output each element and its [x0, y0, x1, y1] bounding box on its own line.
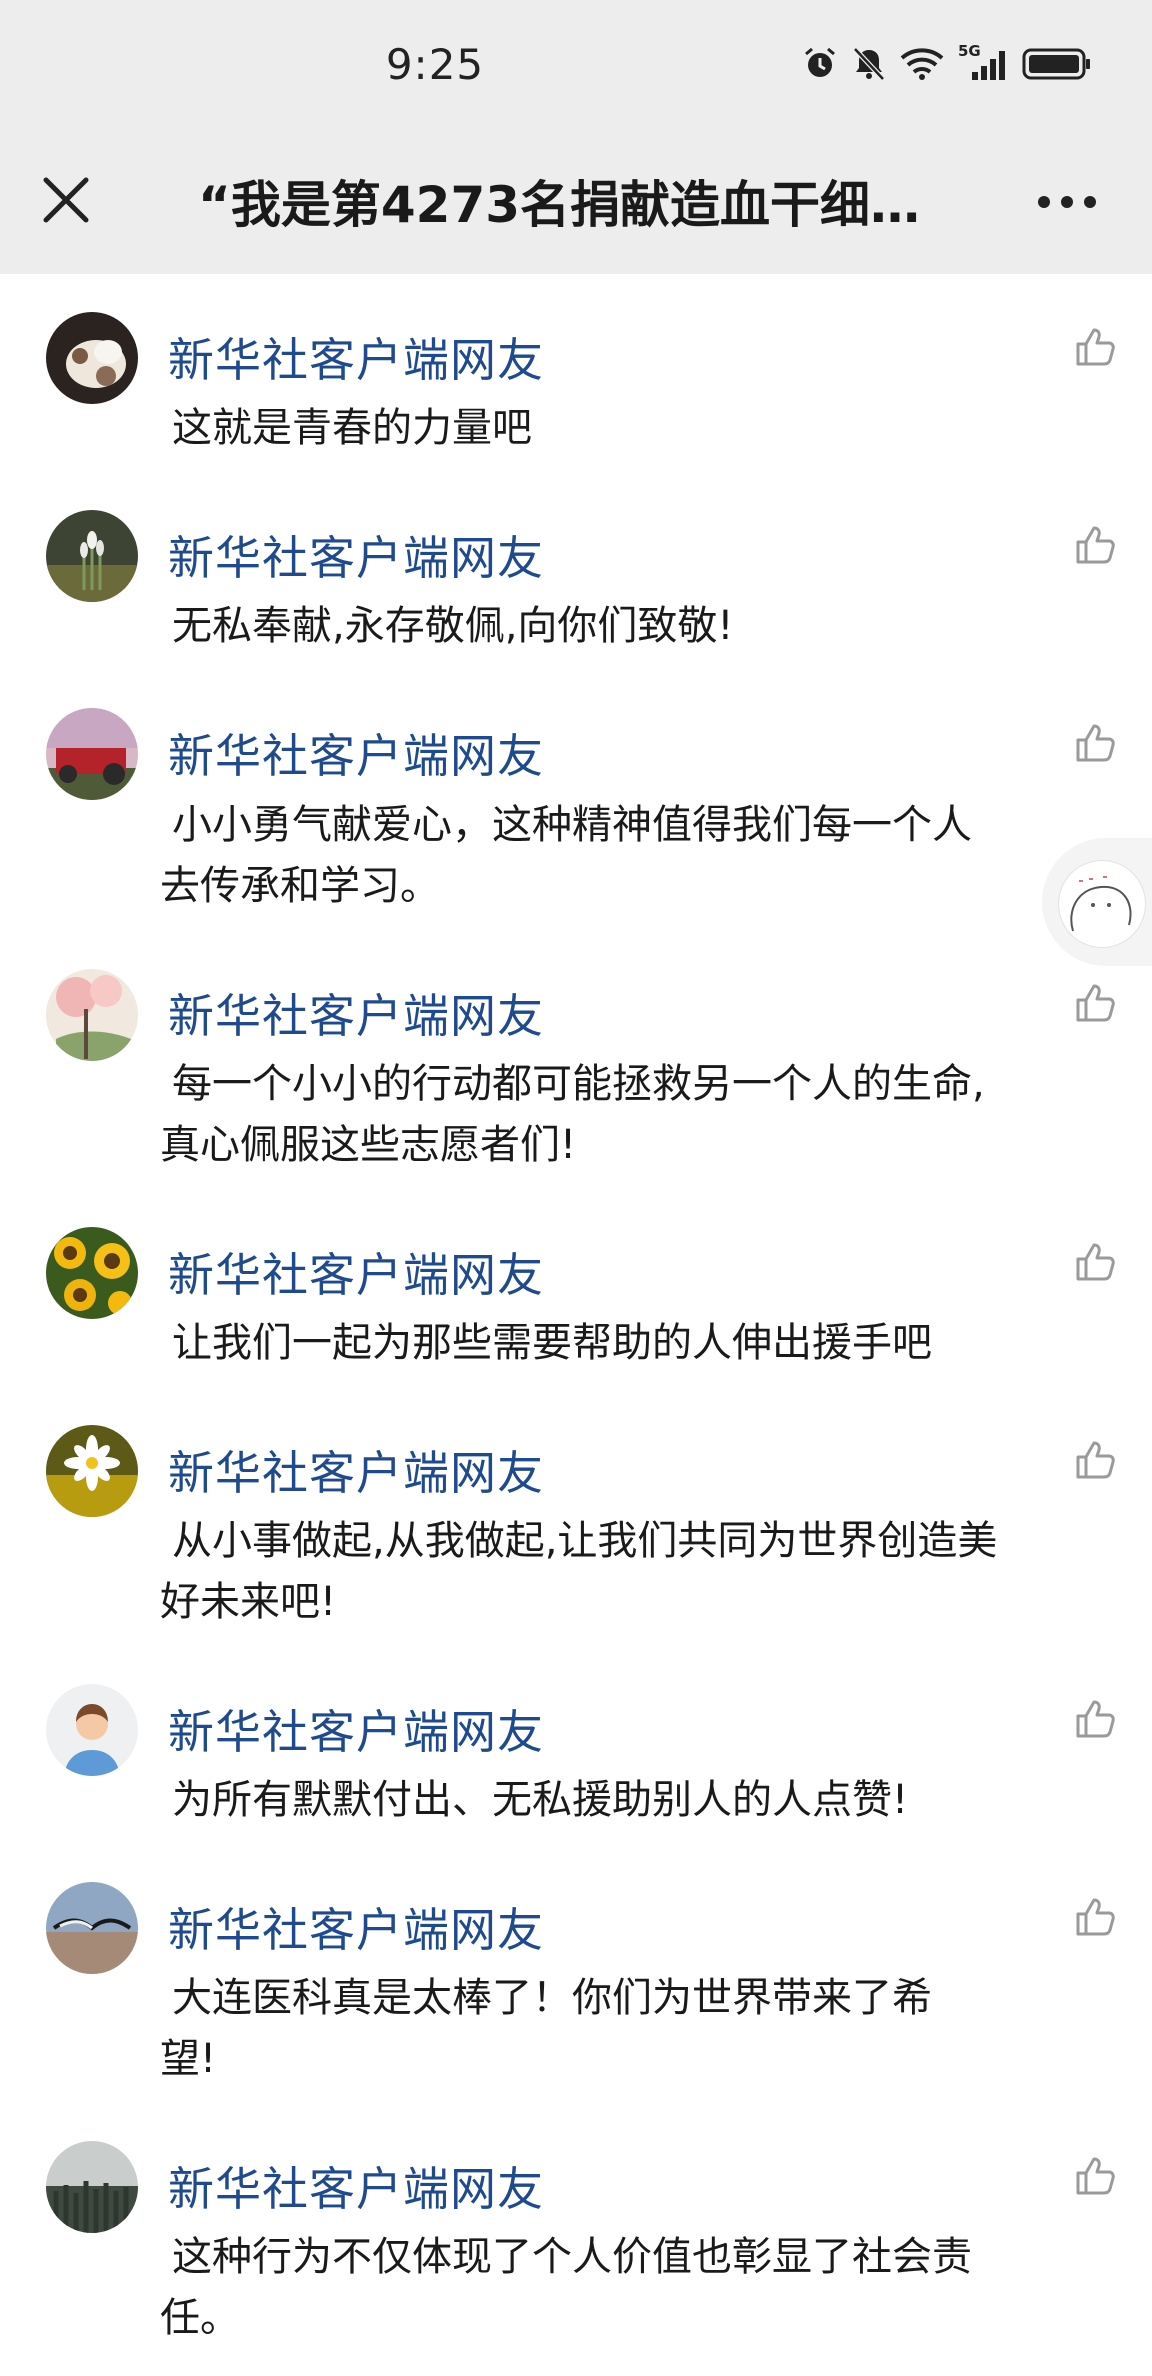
- like-button[interactable]: [1072, 1894, 1118, 1940]
- comment-username[interactable]: 新华社客户端网友: [168, 720, 544, 786]
- comment-text-line: 从小事做起,从我做起,让我们共同为世界创造美: [172, 1518, 998, 1564]
- status-bar: 9:25 5G: [0, 0, 1152, 130]
- comment-text: 从小事做起,从我做起,让我们共同为世界创造美 好未来吧!: [160, 1511, 1052, 1633]
- more-icon: [1038, 196, 1096, 208]
- comment-text-line: 望!: [160, 2036, 217, 2082]
- like-button[interactable]: [1072, 720, 1118, 766]
- comment-item: 新华社客户端网友 大连医科真是太棒了！你们为世界带来了希 望!: [0, 1844, 1152, 2103]
- battery-icon: [1022, 47, 1092, 81]
- comment-text: 小小勇气献爱心，这种精神值得我们每一个人 去传承和学习。: [160, 795, 1052, 917]
- snowdrop-avatar[interactable]: [46, 510, 138, 602]
- sunflower-avatar[interactable]: [46, 1227, 138, 1319]
- thumbs-up-icon: [1076, 1441, 1115, 1479]
- close-icon: [43, 177, 89, 223]
- comment-text: 无私奉献,永存敬佩,向你们致敬!: [172, 603, 734, 649]
- daisy-avatar[interactable]: [46, 1425, 138, 1517]
- tractor-avatar[interactable]: [46, 708, 138, 800]
- comment-username[interactable]: 新华社客户端网友: [168, 522, 544, 588]
- comment-item: 新华社客户端网友 小小勇气献爱心，这种精神值得我们每一个人 去传承和学习。: [0, 671, 1152, 930]
- comment-username[interactable]: 新华社客户端网友: [168, 1437, 544, 1503]
- comment-text: 这种行为不仅体现了个人价值也彰显了社会责 任。: [160, 2227, 1052, 2349]
- comment-username[interactable]: 新华社客户端网友: [168, 1239, 544, 1305]
- thumbs-up-icon: [1076, 984, 1115, 1022]
- 5g-signal-icon: 5G: [958, 42, 1008, 82]
- like-button[interactable]: [1072, 2153, 1118, 2199]
- comment-text-line: 去传承和学习。: [160, 863, 440, 909]
- like-button[interactable]: [1072, 1239, 1118, 1285]
- page-title: “我是第4273名捐献造血干细…: [198, 176, 921, 234]
- mute-bell-icon: [852, 46, 886, 82]
- like-button[interactable]: [1072, 980, 1118, 1026]
- comment-item: 新华社客户端网友 为所有默默付出、无私援助别人的人点赞!: [0, 1646, 1152, 1844]
- comment-text: 让我们一起为那些需要帮助的人伸出援手吧: [172, 1320, 932, 1366]
- like-button[interactable]: [1072, 1696, 1118, 1742]
- like-button[interactable]: [1072, 324, 1118, 370]
- seagull-avatar[interactable]: [46, 1882, 138, 1974]
- wifi-icon: [900, 47, 944, 81]
- comment-text-line: 这种行为不仅体现了个人价值也彰显了社会责: [172, 2234, 972, 2280]
- comment-username[interactable]: 新华社客户端网友: [168, 1894, 544, 1960]
- network-label: 5G: [958, 42, 981, 60]
- comment-item: 新华社客户端网友 从小事做起,从我做起,让我们共同为世界创造美 好未来吧!: [0, 1387, 1152, 1646]
- comment-item: 新华社客户端网友 无私奉献,永存敬佩,向你们致敬!: [0, 472, 1152, 671]
- misty-forest-avatar[interactable]: [46, 2141, 138, 2233]
- alarm-icon: [802, 46, 838, 82]
- like-button[interactable]: [1072, 1437, 1118, 1483]
- comment-item: 新华社客户端网友 这种行为不仅体现了个人价值也彰显了社会责 任。: [0, 2103, 1152, 2376]
- like-button[interactable]: [1072, 522, 1118, 568]
- comment-text-line: 任。: [160, 2295, 240, 2341]
- floating-assistant-button[interactable]: [1042, 838, 1152, 966]
- default-person-avatar[interactable]: [46, 1684, 138, 1776]
- thumbs-up-icon: [1076, 1243, 1115, 1281]
- thumbs-up-icon: [1076, 2157, 1115, 2195]
- comment-text-line: 好未来吧!: [160, 1579, 337, 1625]
- comment-username[interactable]: 新华社客户端网友: [168, 980, 544, 1046]
- comment-username[interactable]: 新华社客户端网友: [168, 2153, 544, 2219]
- comment-text: 大连医科真是太棒了！你们为世界带来了希 望!: [160, 1968, 1052, 2090]
- comment-text-line: 每一个小小的行动都可能拯救另一个人的生命,: [172, 1061, 985, 1107]
- comment-username[interactable]: 新华社客户端网友: [168, 324, 544, 390]
- comment-text-line: 真心佩服这些志愿者们!: [160, 1122, 577, 1168]
- close-button[interactable]: [36, 170, 96, 230]
- status-icons: 5G: [802, 42, 1092, 82]
- comment-text: 每一个小小的行动都可能拯救另一个人的生命, 真心佩服这些志愿者们!: [160, 1054, 1052, 1176]
- comment-item: 新华社客户端网友 每一个小小的行动都可能拯救另一个人的生命, 真心佩服这些志愿者…: [0, 930, 1152, 1189]
- status-time: 9:25: [385, 40, 485, 89]
- more-options-button[interactable]: [1032, 182, 1102, 222]
- comment-username[interactable]: 新华社客户端网友: [168, 1696, 544, 1762]
- top-navigation-bar: “我是第4273名捐献造血干细…: [0, 130, 1152, 274]
- thumbs-up-icon: [1076, 526, 1115, 564]
- comment-text-line: 小小勇气献爱心，这种精神值得我们每一个人: [172, 802, 972, 848]
- thumbs-up-icon: [1076, 328, 1115, 366]
- doodle-icon: [1058, 860, 1146, 948]
- thumbs-up-icon: [1076, 724, 1115, 762]
- kitten-avatar[interactable]: [46, 312, 138, 404]
- comment-item: 新华社客户端网友 这就是青春的力量吧: [0, 274, 1152, 472]
- thumbs-up-icon: [1076, 1898, 1115, 1936]
- thumbs-up-icon: [1076, 1700, 1115, 1738]
- comment-text: 为所有默默付出、无私援助别人的人点赞!: [172, 1777, 909, 1823]
- comment-text: 这就是青春的力量吧: [172, 405, 532, 451]
- comment-text-line: 大连医科真是太棒了！你们为世界带来了希: [172, 1975, 932, 2021]
- comment-item: 新华社客户端网友 让我们一起为那些需要帮助的人伸出援手吧: [0, 1189, 1152, 1387]
- blossom-painting-avatar[interactable]: [46, 969, 138, 1061]
